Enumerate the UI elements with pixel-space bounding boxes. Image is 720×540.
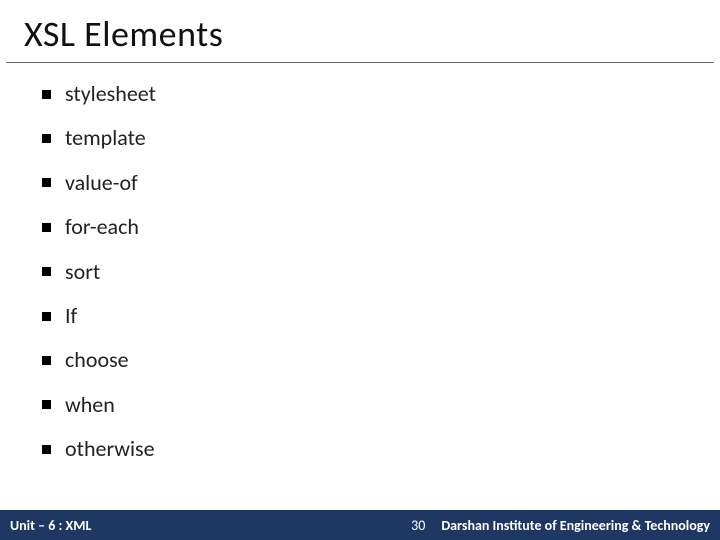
list-item-label: stylesheet xyxy=(65,81,156,107)
footer-unit-label: Unit – 6 : XML xyxy=(0,517,91,534)
square-bullet-icon xyxy=(42,400,51,409)
list-item: sort xyxy=(42,259,692,285)
square-bullet-icon xyxy=(42,312,51,321)
list-item: stylesheet xyxy=(42,81,692,107)
list-item: when xyxy=(42,392,692,418)
square-bullet-icon xyxy=(42,445,51,454)
list-item: otherwise xyxy=(42,436,692,462)
footer-institution: Darshan Institute of Engineering & Techn… xyxy=(441,517,720,534)
list-item: If xyxy=(42,303,692,329)
list-item-label: choose xyxy=(65,347,129,373)
list-item-label: otherwise xyxy=(65,436,155,462)
footer-bar: Unit – 6 : XML 30 Darshan Institute of E… xyxy=(0,510,720,540)
bullet-list: stylesheet template value-of for-each so… xyxy=(42,81,692,463)
list-item-label: template xyxy=(65,125,146,151)
square-bullet-icon xyxy=(42,223,51,232)
square-bullet-icon xyxy=(42,178,51,187)
list-item-label: when xyxy=(65,392,115,418)
list-item: value-of xyxy=(42,170,692,196)
content-area: stylesheet template value-of for-each so… xyxy=(0,63,720,463)
list-item: choose xyxy=(42,347,692,373)
list-item: template xyxy=(42,125,692,151)
square-bullet-icon xyxy=(42,90,51,99)
square-bullet-icon xyxy=(42,134,51,143)
list-item-label: for-each xyxy=(65,214,139,240)
square-bullet-icon xyxy=(42,356,51,365)
footer-page-number: 30 xyxy=(395,517,441,534)
list-item-label: value-of xyxy=(65,170,138,196)
page-title: XSL Elements xyxy=(6,0,714,63)
slide: XSL Elements stylesheet template value-o… xyxy=(0,0,720,540)
list-item: for-each xyxy=(42,214,692,240)
square-bullet-icon xyxy=(42,267,51,276)
list-item-label: If xyxy=(65,303,77,329)
list-item-label: sort xyxy=(65,259,100,285)
